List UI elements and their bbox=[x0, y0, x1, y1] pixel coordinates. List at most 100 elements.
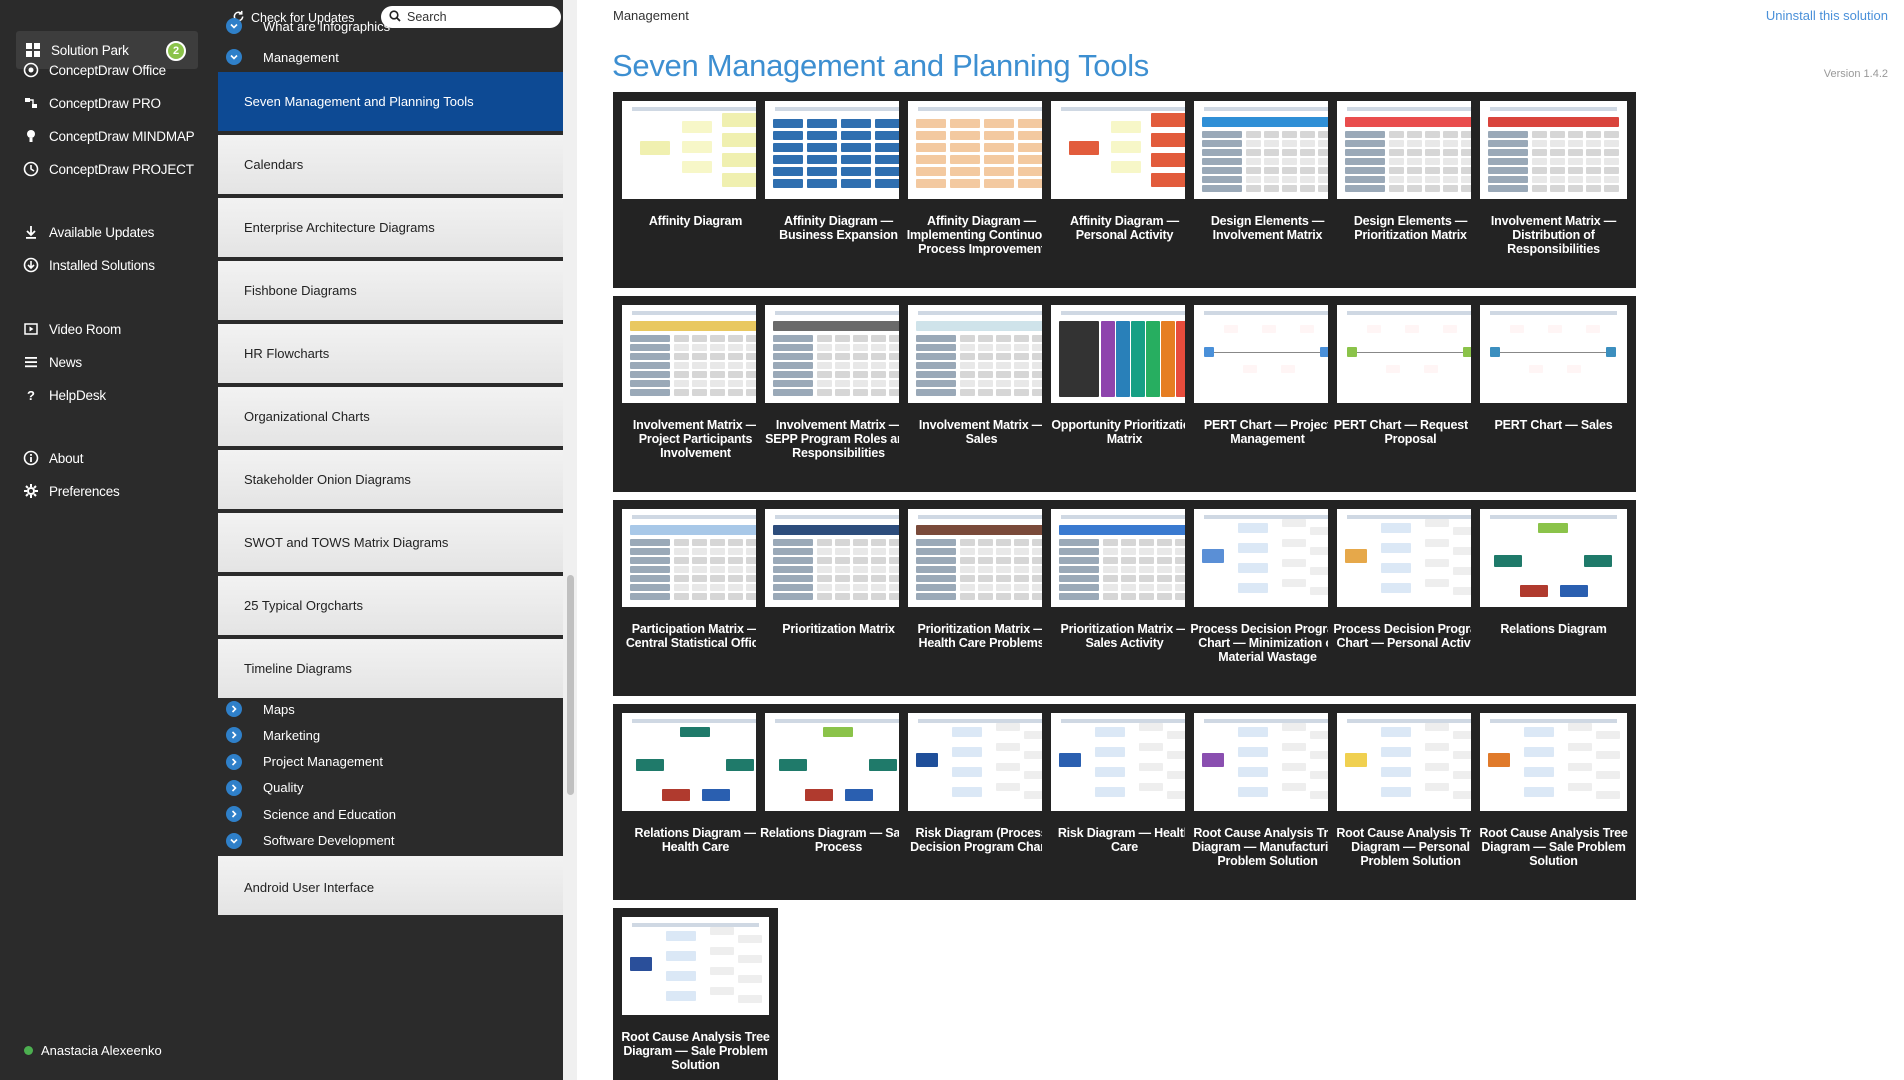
nav-item-video-room[interactable]: Video Room bbox=[22, 316, 121, 342]
solution-tile[interactable]: Affinity Diagram — Business Expansion bbox=[756, 92, 921, 288]
category-science-and-education[interactable]: Science and Education bbox=[226, 801, 396, 827]
solution-tile[interactable]: Relations Diagram bbox=[1471, 500, 1636, 696]
tile-label: Root Cause Analysis Tree Diagram — Perso… bbox=[1336, 826, 1485, 868]
thumbnail-shape bbox=[1139, 575, 1154, 582]
solution-tile[interactable]: Affinity Diagram bbox=[613, 92, 778, 288]
thumbnail-shape bbox=[1568, 131, 1583, 138]
solution-tile[interactable]: Risk Diagram — Health Care bbox=[1042, 704, 1207, 900]
thumbnail-shape bbox=[722, 113, 760, 127]
scrollbar-thumb[interactable] bbox=[567, 575, 574, 795]
solution-tile[interactable]: Relations Diagram — Sales Process bbox=[756, 704, 921, 900]
thumbnail-shape bbox=[1103, 575, 1118, 582]
subcategory-fishbone-diagrams[interactable]: Fishbone Diagrams bbox=[218, 261, 563, 322]
thumbnail-shape bbox=[1425, 559, 1449, 567]
thumbnail-shape bbox=[674, 380, 689, 387]
search-box[interactable] bbox=[381, 6, 561, 28]
category-marketing[interactable]: Marketing bbox=[226, 722, 320, 748]
thumbnail-shape bbox=[1121, 548, 1136, 555]
subcategory-calendars[interactable]: Calendars bbox=[218, 135, 563, 196]
thumbnail-shape bbox=[996, 584, 1011, 591]
thumbnail-shape bbox=[1389, 140, 1404, 147]
subcategory-hr-flowcharts[interactable]: HR Flowcharts bbox=[218, 324, 563, 385]
thumbnail-shape bbox=[1538, 523, 1568, 533]
thumbnail-shape bbox=[916, 155, 946, 164]
thumbnail-shape bbox=[996, 335, 1011, 342]
category-software-development[interactable]: Software Development bbox=[226, 828, 395, 854]
tile-label: Root Cause Analysis Tree Diagram — Sale … bbox=[1479, 826, 1628, 868]
solution-tile[interactable]: Prioritization Matrix — Sales Activity bbox=[1042, 500, 1207, 696]
category-maps[interactable]: Maps bbox=[226, 696, 295, 722]
subcategory-25-typical-orgcharts[interactable]: 25 Typical Orgcharts bbox=[218, 576, 563, 637]
panel-scrollbar[interactable] bbox=[563, 0, 577, 1080]
solution-tile[interactable]: Involvement Matrix — SEPP Program Roles … bbox=[756, 296, 921, 492]
thumbnail-shape bbox=[853, 566, 868, 573]
chevron-right-icon bbox=[226, 727, 242, 744]
nav-item-available-updates[interactable]: Available Updates bbox=[22, 219, 154, 245]
solution-tile[interactable]: Root Cause Analysis Tree Diagram — Manuf… bbox=[1185, 704, 1350, 900]
subcategory-organizational-charts[interactable]: Organizational Charts bbox=[218, 387, 563, 448]
thumbnail-shape bbox=[1069, 141, 1099, 155]
category-management[interactable]: Management bbox=[226, 44, 339, 70]
search-input[interactable] bbox=[407, 10, 547, 24]
solution-tile[interactable]: Participation Matrix — Central Statistic… bbox=[613, 500, 778, 696]
thumbnail-shape bbox=[722, 133, 760, 147]
solution-tile[interactable]: Root Cause Analysis Tree Diagram — Sale … bbox=[613, 908, 778, 1080]
thumbnail-shape bbox=[1345, 176, 1385, 183]
solution-tile[interactable]: Process Decision Program Chart — Minimiz… bbox=[1185, 500, 1350, 696]
thumbnail-shape bbox=[1151, 133, 1189, 147]
thumbnail-title-bar bbox=[918, 311, 1045, 315]
thumbnail-shape bbox=[710, 593, 725, 600]
subcategory-swot-and-tows-matrix-diagrams[interactable]: SWOT and TOWS Matrix Diagrams bbox=[218, 513, 563, 574]
category-what-are-infographics[interactable]: What are Infographics bbox=[226, 13, 390, 39]
subcategory-seven-management-and-planning-tools[interactable]: Seven Management and Planning Tools bbox=[218, 72, 563, 133]
solution-tile[interactable]: Prioritization Matrix — Health Care Prob… bbox=[899, 500, 1064, 696]
solution-tile[interactable]: PERT Chart — Request for Proposal bbox=[1328, 296, 1493, 492]
solution-tile[interactable]: Affinity Diagram — Personal Activity bbox=[1042, 92, 1207, 288]
user-status[interactable]: Anastacia Alexeenko bbox=[24, 1043, 162, 1058]
solution-tile[interactable]: Opportunity Prioritization Matrix bbox=[1042, 296, 1207, 492]
category-label: Project Management bbox=[263, 754, 383, 770]
solution-tile[interactable]: Prioritization Matrix bbox=[756, 500, 921, 696]
uninstall-link[interactable]: Uninstall this solution bbox=[1766, 8, 1888, 23]
nav-item-conceptdraw-pro[interactable]: ConceptDraw PRO bbox=[22, 90, 161, 116]
category-project-management[interactable]: Project Management bbox=[226, 749, 383, 775]
nav-item-preferences[interactable]: Preferences bbox=[22, 478, 120, 504]
solution-tile[interactable]: Process Decision Program Chart — Persona… bbox=[1328, 500, 1493, 696]
thumbnail-shape bbox=[710, 557, 725, 564]
thumbnail-shape bbox=[630, 557, 670, 564]
solution-tile[interactable]: PERT Chart — Project Management bbox=[1185, 296, 1350, 492]
nav-item-conceptdraw-project[interactable]: ConceptDraw PROJECT bbox=[22, 156, 194, 182]
nav-item-conceptdraw-office[interactable]: ConceptDraw Office bbox=[22, 57, 166, 83]
tile-thumbnail bbox=[1194, 101, 1341, 199]
thumbnail-shape bbox=[1157, 566, 1172, 573]
subcategory-stakeholder-onion-diagrams[interactable]: Stakeholder Onion Diagrams bbox=[218, 450, 563, 511]
nav-item-conceptdraw-mindmap[interactable]: ConceptDraw MINDMAP bbox=[22, 123, 195, 149]
subcategory-enterprise-architecture-diagrams[interactable]: Enterprise Architecture Diagrams bbox=[218, 198, 563, 259]
solution-tile[interactable]: Root Cause Analysis Tree Diagram — Perso… bbox=[1328, 704, 1493, 900]
solution-tile[interactable]: Involvement Matrix — Sales bbox=[899, 296, 1064, 492]
thumbnail-shape bbox=[1059, 593, 1099, 600]
solution-tile[interactable]: Relations Diagram — Health Care bbox=[613, 704, 778, 900]
thumbnail-shape bbox=[1300, 131, 1315, 138]
subcategory-android-user-interface[interactable]: Android User Interface bbox=[218, 856, 563, 917]
category-label: What are Infographics bbox=[263, 18, 391, 34]
category-quality[interactable]: Quality bbox=[226, 775, 303, 801]
nav-item-helpdesk[interactable]: ? HelpDesk bbox=[22, 382, 106, 408]
thumbnail-shape bbox=[1488, 176, 1528, 183]
subcategory-timeline-diagrams[interactable]: Timeline Diagrams bbox=[218, 639, 563, 700]
thumbnail-shape bbox=[674, 344, 689, 351]
solution-tile[interactable]: Root Cause Analysis Tree Diagram — Sale … bbox=[1471, 704, 1636, 900]
solution-tile[interactable]: Involvement Matrix — Distribution of Res… bbox=[1471, 92, 1636, 288]
chevron-down-icon bbox=[226, 49, 242, 65]
nav-item-about[interactable]: About bbox=[22, 445, 83, 471]
solution-tile[interactable]: PERT Chart — Sales bbox=[1471, 296, 1636, 492]
solution-tile[interactable]: Design Elements — Involvement Matrix bbox=[1185, 92, 1350, 288]
solution-tile[interactable]: Involvement Matrix — Project Participant… bbox=[613, 296, 778, 492]
breadcrumb[interactable]: Management bbox=[613, 8, 689, 23]
nav-item-installed-solutions[interactable]: Installed Solutions bbox=[22, 252, 155, 278]
solution-tile[interactable]: Risk Diagram (Process Decision Program C… bbox=[899, 704, 1064, 900]
nav-item-news[interactable]: News bbox=[22, 349, 82, 375]
solution-tile[interactable]: Affinity Diagram — Implementing Continuo… bbox=[899, 92, 1064, 288]
thumbnail-shape bbox=[871, 593, 886, 600]
solution-tile[interactable]: Design Elements — Prioritization Matrix bbox=[1328, 92, 1493, 288]
